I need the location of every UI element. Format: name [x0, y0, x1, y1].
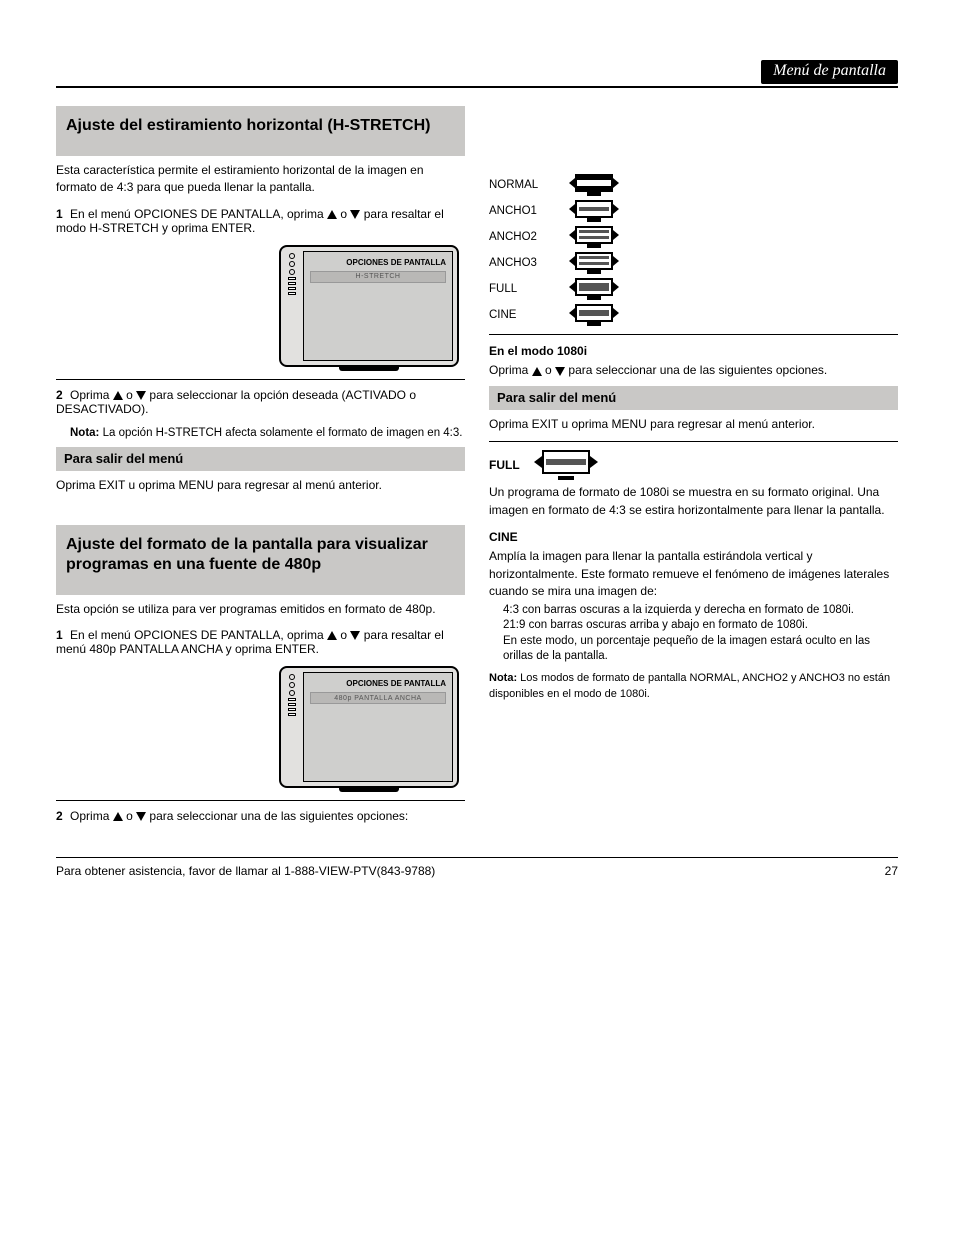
cine-intro: Amplía la imagen para llenar la pantalla… — [489, 548, 898, 600]
page-number: 27 — [885, 864, 898, 878]
s1080i-text-a: Oprima — [489, 363, 532, 377]
triangle-up-icon — [532, 367, 542, 376]
widescreen-cine-icon — [569, 304, 619, 326]
step2-text-b: o — [126, 388, 136, 402]
triangle-down-icon — [136, 812, 146, 821]
exit-heading: Para salir del menú — [56, 447, 465, 471]
widescreen-normal-icon — [569, 174, 619, 196]
step1-text-a: En el menú OPCIONES DE PANTALLA, oprima — [70, 207, 327, 221]
hstretch-note: Nota: La opción H-STRETCH afecta solamen… — [70, 426, 465, 442]
format-row-cine: CINE — [489, 304, 898, 326]
format-label: ANCHO1 — [489, 205, 559, 217]
s2step1-text-a: En el menú OPCIONES DE PANTALLA, oprima — [70, 628, 327, 642]
step1-text-b: o — [340, 207, 350, 221]
s2step2-text-b: o — [126, 809, 136, 823]
step-number: 1 — [56, 628, 63, 642]
s1080i-text-b: o — [545, 363, 555, 377]
step-number: 1 — [56, 207, 63, 221]
cine-label-row: CINE — [489, 529, 898, 546]
rule — [56, 800, 465, 801]
triangle-up-icon — [113, 391, 123, 400]
exit-text: Oprima EXIT u oprima MENU para regresar … — [56, 477, 465, 494]
exit-title: Para salir del menú — [64, 451, 183, 466]
triangle-down-icon — [136, 391, 146, 400]
tv-illustration-hstretch: OPCIONES DE PANTALLA H-STRETCH — [56, 245, 465, 371]
format-label: NORMAL — [489, 179, 559, 191]
tv-body-placeholder — [310, 287, 446, 295]
sec480p-intro: Esta opción se utiliza para ver programa… — [56, 601, 465, 618]
page-category-banner: Menú de pantalla — [56, 60, 898, 84]
triangle-down-icon — [555, 367, 565, 376]
full-block: FULL — [489, 450, 898, 480]
right-column: NORMAL ANCHO1 ANCHO2 ANCHO3 — [489, 106, 898, 833]
page-footer: Para obtener asistencia, favor de llamar… — [56, 857, 898, 878]
format-row-ancho1: ANCHO1 — [489, 200, 898, 222]
sec480p-step1: 1 En el menú OPCIONES DE PANTALLA, oprim… — [56, 628, 465, 656]
exit-text-right: Oprima EXIT u oprima MENU para regresar … — [489, 416, 898, 433]
s1080i-text-c: para seleccionar una de las siguientes o… — [568, 363, 827, 377]
footer-assist-text: Para obtener asistencia, favor de llamar… — [56, 864, 435, 878]
section-heading-480p: Ajuste del formato de la pantalla para v… — [56, 525, 465, 595]
cine-p1: 4:3 con barras oscuras a la izquierda y … — [503, 603, 898, 619]
s2step2-text-a: Oprima — [70, 809, 113, 823]
widescreen-full-icon — [569, 278, 619, 300]
format-label: ANCHO2 — [489, 231, 559, 243]
format-row-normal: NORMAL — [489, 174, 898, 196]
tv-menu-title: OPCIONES DE PANTALLA — [310, 258, 446, 267]
mode-1080i-heading: En el modo 1080i — [489, 343, 898, 360]
tv-highlighted-option: H-STRETCH — [356, 273, 401, 280]
cine-label: CINE — [489, 530, 518, 544]
sec480p-step2: 2 Oprima o para seleccionar una de las s… — [56, 809, 465, 823]
cine-p2: 21:9 con barras oscuras arriba y abajo e… — [503, 618, 898, 634]
format-label: ANCHO3 — [489, 257, 559, 269]
format-label: CINE — [489, 309, 559, 321]
hstretch-step2: 2 Oprima o para seleccionar la opción de… — [56, 388, 465, 416]
hstretch-intro: Esta característica permite el estiramie… — [56, 162, 465, 197]
full-label: FULL — [489, 458, 520, 472]
s2step2-text-c: para seleccionar una de las siguientes o… — [149, 809, 408, 823]
triangle-up-icon — [113, 812, 123, 821]
exit-heading-right: Para salir del menú — [489, 386, 898, 410]
rule — [489, 334, 898, 335]
format-row-full: FULL — [489, 278, 898, 300]
right-note: Nota: Los modos de formato de pantalla N… — [489, 671, 898, 703]
widescreen-ancho1-icon — [569, 200, 619, 222]
step-number: 2 — [56, 809, 63, 823]
left-column: Ajuste del estiramiento horizontal (H-ST… — [56, 106, 465, 833]
format-list: NORMAL ANCHO1 ANCHO2 ANCHO3 — [489, 174, 898, 326]
widescreen-full-big-icon — [534, 450, 598, 480]
triangle-up-icon — [327, 631, 337, 640]
rule — [489, 441, 898, 442]
note-body: La opción H-STRETCH afecta solamente el … — [103, 427, 463, 439]
rule — [56, 379, 465, 380]
step-number: 2 — [56, 388, 63, 402]
triangle-down-icon — [350, 631, 360, 640]
widescreen-ancho3-icon — [569, 252, 619, 274]
right-note-body: Los modos de formato de pantalla NORMAL,… — [489, 672, 890, 700]
widescreen-ancho2-icon — [569, 226, 619, 248]
triangle-down-icon — [350, 210, 360, 219]
hstretch-step1: 1 En el menú OPCIONES DE PANTALLA, oprim… — [56, 207, 465, 235]
s2step1-text-b: o — [340, 628, 350, 642]
full-desc: Un programa de formato de 1080i se muest… — [489, 484, 898, 519]
note-label: Nota: — [70, 427, 99, 439]
right-note-label: Nota: — [489, 672, 517, 684]
section-heading-hstretch: Ajuste del estiramiento horizontal (H-ST… — [56, 106, 465, 156]
banner-text: Menú de pantalla — [761, 60, 898, 84]
tv-illustration-480p: OPCIONES DE PANTALLA 480p PANTALLA ANCHA — [56, 666, 465, 792]
step-1080i: Oprima o para seleccionar una de las sig… — [489, 362, 898, 379]
format-row-ancho3: ANCHO3 — [489, 252, 898, 274]
step2-text-a: Oprima — [70, 388, 113, 402]
top-rule — [56, 86, 898, 88]
tv-highlighted-option: 480p PANTALLA ANCHA — [334, 695, 421, 702]
mode-1080i-label: En el modo 1080i — [489, 344, 587, 358]
exit-title-right: Para salir del menú — [497, 390, 616, 405]
cine-p3: En este modo, un porcentaje pequeño de l… — [503, 634, 898, 665]
tv-menu-title: OPCIONES DE PANTALLA — [310, 679, 446, 688]
tv-body-placeholder — [310, 708, 446, 716]
format-row-ancho2: ANCHO2 — [489, 226, 898, 248]
triangle-up-icon — [327, 210, 337, 219]
format-label: FULL — [489, 283, 559, 295]
two-column-layout: Ajuste del estiramiento horizontal (H-ST… — [56, 106, 898, 833]
